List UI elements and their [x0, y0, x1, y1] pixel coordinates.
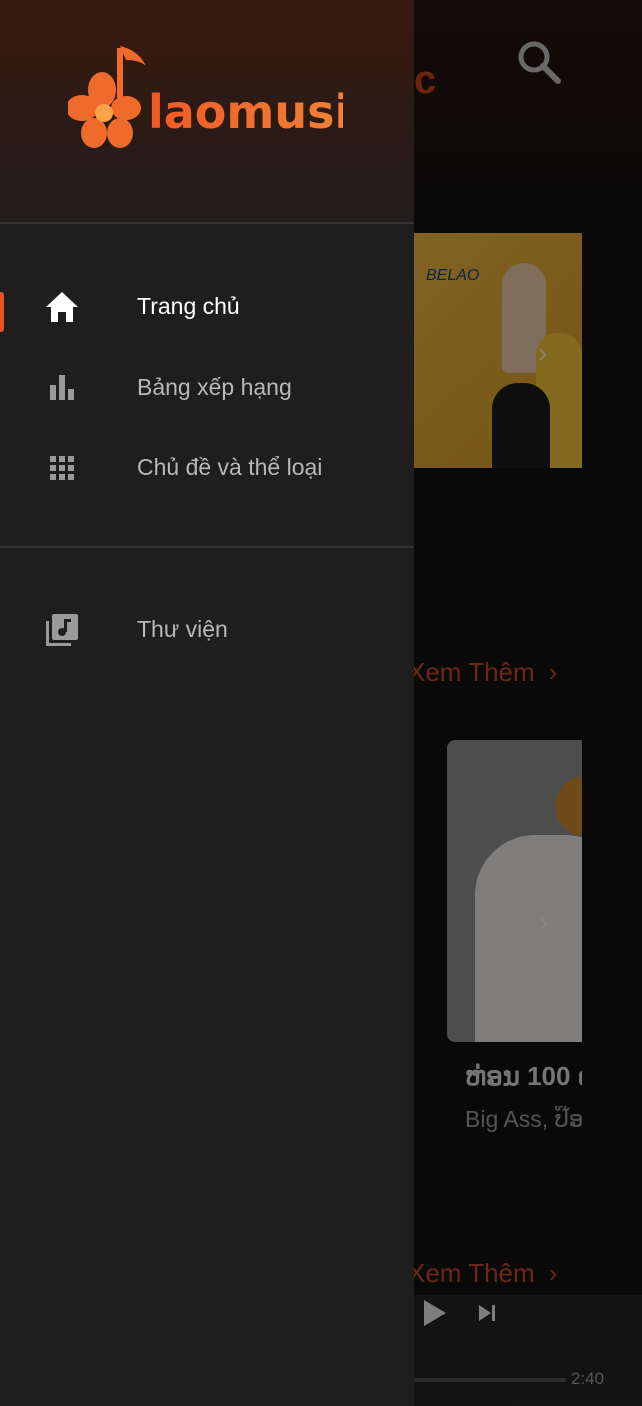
nav-item-charts[interactable]: Bảng xếp hạng	[0, 356, 414, 418]
logo-wordmark: laomusic	[148, 85, 343, 139]
nav-item-library[interactable]: Thư viện	[0, 598, 414, 660]
home-icon	[46, 292, 78, 322]
navigation-drawer: laomusic Trang chủ Bảng xếp hạng Chủ đề …	[0, 0, 414, 1406]
music-library-icon	[46, 614, 78, 646]
laomusic-logo[interactable]: laomusic	[68, 40, 343, 155]
nav-item-label: Thư viện	[137, 616, 228, 642]
nav-item-label: Bảng xếp hạng	[137, 374, 292, 400]
nav-item-home[interactable]: Trang chủ	[0, 275, 414, 337]
active-indicator	[0, 292, 4, 332]
drawer-header: laomusic	[0, 0, 414, 222]
nav-item-genres[interactable]: Chủ đề và thể loại	[0, 436, 414, 498]
nav-item-label: Trang chủ	[137, 293, 240, 319]
drawer-divider	[0, 546, 414, 548]
nav-item-label: Chủ đề và thể loại	[137, 454, 323, 480]
drawer-divider	[0, 222, 414, 224]
grid-icon	[50, 456, 74, 480]
bar-chart-icon	[50, 375, 74, 400]
